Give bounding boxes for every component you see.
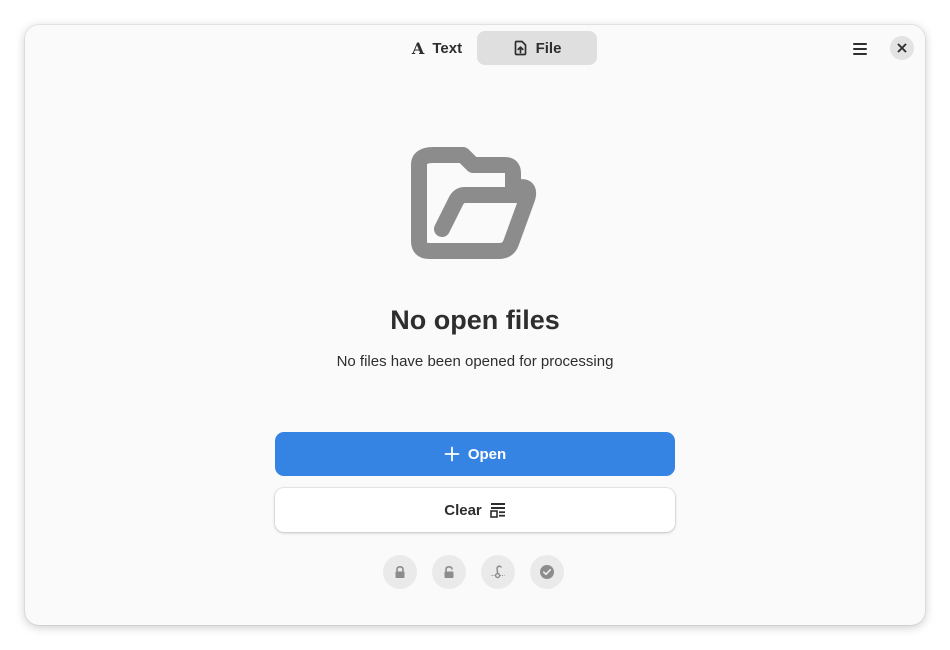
key-icon: [491, 565, 505, 579]
empty-state-description: No files have been opened for processing: [336, 353, 614, 370]
app-window: A Text File No open files No files have …: [25, 25, 925, 625]
text-icon: A: [411, 38, 425, 58]
file-upload-icon: [514, 40, 526, 56]
empty-state-title: No open files: [390, 305, 560, 335]
main-menu-button[interactable]: [847, 36, 873, 62]
header-bar: A Text File: [25, 25, 925, 71]
tab-file[interactable]: File: [477, 31, 597, 65]
unlock-icon: [444, 565, 454, 578]
status-key: [481, 555, 515, 589]
hamburger-menu-icon: [853, 43, 867, 55]
open-button[interactable]: Open: [275, 432, 675, 476]
clear-button[interactable]: Clear: [275, 488, 675, 532]
plus-icon: [444, 446, 460, 462]
lock-icon: [395, 565, 405, 578]
folder-open-icon: [411, 147, 537, 259]
close-icon: [897, 43, 907, 53]
status-lock: [383, 555, 417, 589]
close-button[interactable]: [890, 36, 914, 60]
clear-button-label: Clear: [444, 501, 482, 519]
status-unlock: [432, 555, 466, 589]
open-button-label: Open: [467, 445, 507, 463]
tab-file-label: File: [535, 39, 562, 57]
status-verified: [530, 555, 564, 589]
clear-list-icon: [489, 503, 505, 518]
verified-check-icon: [540, 565, 554, 579]
tab-text-label: Text: [432, 39, 463, 57]
